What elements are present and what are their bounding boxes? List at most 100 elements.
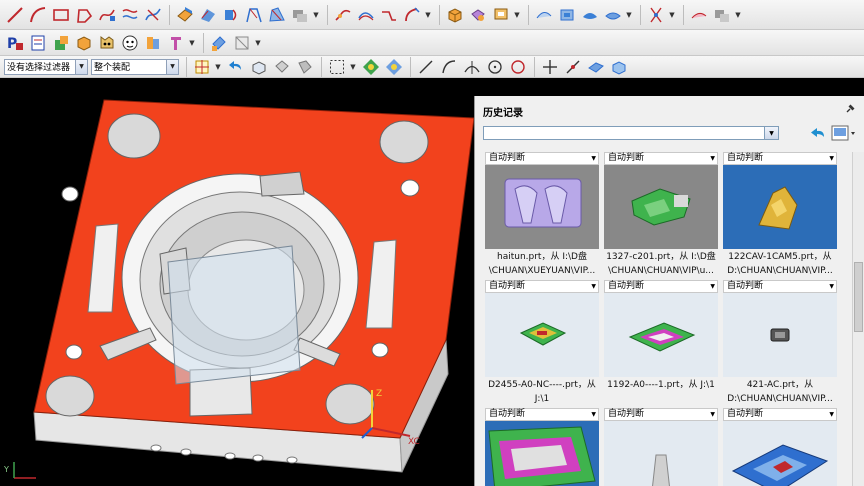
line-tool-button[interactable] (4, 4, 26, 26)
snap-curve-button[interactable] (438, 56, 460, 78)
chevron-down-icon[interactable]: ▼ (591, 281, 596, 292)
thicken-button[interactable] (490, 4, 512, 26)
history-item-header[interactable]: 自动判断 ▼ (604, 408, 718, 421)
through-curves-button[interactable] (197, 4, 219, 26)
surface-tool-button[interactable] (174, 4, 196, 26)
patch-button[interactable] (289, 4, 311, 26)
electrode-button[interactable] (208, 32, 230, 54)
history-item[interactable]: 自动判断 ▼ 1327-c201.prt，从 I:\D盘 \CHUAN\CHUAN… (604, 152, 718, 277)
face-blend-button[interactable] (533, 4, 555, 26)
dropdown-arrow-icon[interactable]: ▼ (188, 32, 196, 54)
snap-line-button[interactable] (415, 56, 437, 78)
graphics-viewport[interactable]: Z XC Y (0, 78, 474, 486)
trim-curve-button[interactable] (142, 4, 164, 26)
mold-tools-button[interactable] (119, 32, 141, 54)
chevron-down-icon[interactable]: ▼ (829, 153, 834, 164)
project-initialize-button[interactable]: P (4, 32, 26, 54)
polygon-tool-button[interactable] (73, 4, 95, 26)
chevron-down-icon[interactable]: ▼ (166, 59, 178, 74)
history-item[interactable]: 自动判断 ▼ 1192-A0----1.prt，从 J:\1 (604, 280, 718, 393)
history-item-header[interactable]: 自动判断 ▼ (604, 152, 718, 165)
snap-endpoint-button[interactable] (360, 56, 382, 78)
history-item-header[interactable]: 自动判断 ▼ (723, 408, 837, 421)
part-thumbnail[interactable] (485, 293, 599, 377)
n-sided-surface-button[interactable] (243, 4, 265, 26)
history-scrollbar[interactable] (852, 152, 864, 486)
snap-body-button[interactable] (608, 56, 630, 78)
part-thumbnail[interactable] (604, 165, 718, 249)
dropdown-arrow-icon[interactable]: ▼ (668, 4, 676, 26)
join-curve-button[interactable] (355, 4, 377, 26)
cavity-layout-button[interactable] (96, 32, 118, 54)
history-item-header[interactable]: 自动判断 ▼ (485, 152, 599, 165)
shrinkage-button[interactable] (50, 32, 72, 54)
dropdown-arrow-icon[interactable]: ▼ (513, 4, 521, 26)
part-thumbnail[interactable] (604, 421, 718, 486)
dropdown-arrow-icon[interactable]: ▼ (312, 4, 320, 26)
snap-tangent-button[interactable] (461, 56, 483, 78)
chevron-down-icon[interactable]: ▼ (75, 59, 87, 74)
chevron-down-icon[interactable]: ▼ (829, 409, 834, 420)
sew-button[interactable] (645, 4, 667, 26)
mold-drawing-button[interactable] (231, 32, 253, 54)
sweep-button[interactable] (220, 4, 242, 26)
select-face-button[interactable] (294, 56, 316, 78)
ruled-surface-button[interactable] (266, 4, 288, 26)
selection-scope-select[interactable]: 整个装配 ▼ (91, 58, 179, 75)
arc-tool-button[interactable] (27, 4, 49, 26)
history-item-header[interactable]: 自动判断 ▼ (723, 152, 837, 165)
offset-curve-button[interactable] (119, 4, 141, 26)
select-feature-button[interactable] (271, 56, 293, 78)
box-feature-button[interactable] (444, 4, 466, 26)
chevron-down-icon[interactable]: ▼ (591, 409, 596, 420)
history-item-header[interactable]: 自动判断 ▼ (723, 280, 837, 293)
history-filter-select[interactable]: ▼ (483, 126, 779, 140)
back-arrow-icon[interactable] (809, 124, 827, 142)
history-item-header[interactable]: 自动判断 ▼ (485, 280, 599, 293)
snap-on-face-button[interactable] (585, 56, 607, 78)
history-item[interactable]: 自动判断 ▼ (723, 408, 837, 486)
chevron-down-icon[interactable]: ▼ (710, 281, 715, 292)
dropdown-arrow-icon[interactable]: ▼ (254, 32, 262, 54)
chevron-down-icon[interactable]: ▼ (829, 281, 834, 292)
wave-geometry-button[interactable] (688, 4, 710, 26)
history-item[interactable]: 自动判断 ▼ 122CAV-1CAM5.prt，从 D:\CHUAN\CHUAN\… (723, 152, 837, 277)
snap-center-button[interactable] (484, 56, 506, 78)
part-thumbnail[interactable] (485, 421, 599, 486)
snap-midpoint-button[interactable] (383, 56, 405, 78)
part-thumbnail[interactable] (723, 421, 837, 486)
history-item[interactable]: 自动判断 ▼ haitun.prt，从 I:\D盘 \CHUAN\XUEYUAN\… (485, 152, 599, 277)
mold-base-button[interactable] (165, 32, 187, 54)
extract-body-button[interactable] (711, 4, 733, 26)
extend-surface-button[interactable] (579, 4, 601, 26)
spline-tool-button[interactable] (96, 4, 118, 26)
part-thumbnail[interactable] (604, 293, 718, 377)
part-thumbnail[interactable] (485, 165, 599, 249)
dropdown-arrow-icon[interactable]: ▼ (424, 4, 432, 26)
snap-circle-button[interactable] (507, 56, 529, 78)
history-item[interactable]: 自动判断 ▼ (604, 408, 718, 486)
history-item[interactable]: 自动判断 ▼ D2455-A0-NC----.prt，从 J:\1 (485, 280, 599, 405)
sphere-feature-button[interactable] (467, 4, 489, 26)
view-mode-icon[interactable] (831, 124, 857, 142)
rectangle-tool-button[interactable] (50, 4, 72, 26)
history-item[interactable]: 自动判断 ▼ (485, 408, 599, 486)
snap-on-curve-button[interactable] (562, 56, 584, 78)
mold-csys-button[interactable] (27, 32, 49, 54)
dropdown-arrow-icon[interactable]: ▼ (734, 4, 742, 26)
pin-icon[interactable] (844, 103, 856, 115)
scrollbar-thumb[interactable] (854, 262, 863, 332)
chevron-down-icon[interactable]: ▼ (764, 127, 778, 139)
history-item-header[interactable]: 自动判断 ▼ (604, 280, 718, 293)
dropdown-arrow-icon[interactable]: ▼ (214, 56, 222, 78)
undo-selection-button[interactable] (225, 56, 247, 78)
history-item-header[interactable]: 自动判断 ▼ (485, 408, 599, 421)
chevron-down-icon[interactable]: ▼ (710, 409, 715, 420)
dropdown-arrow-icon[interactable]: ▼ (625, 4, 633, 26)
snap-intersection-button[interactable] (539, 56, 561, 78)
chevron-down-icon[interactable]: ▼ (710, 153, 715, 164)
fillet-curve-button[interactable] (401, 4, 423, 26)
project-curve-button[interactable] (378, 4, 400, 26)
type-filter-select[interactable]: 没有选择过滤器 ▼ (4, 58, 88, 75)
part-thumbnail[interactable] (723, 165, 837, 249)
